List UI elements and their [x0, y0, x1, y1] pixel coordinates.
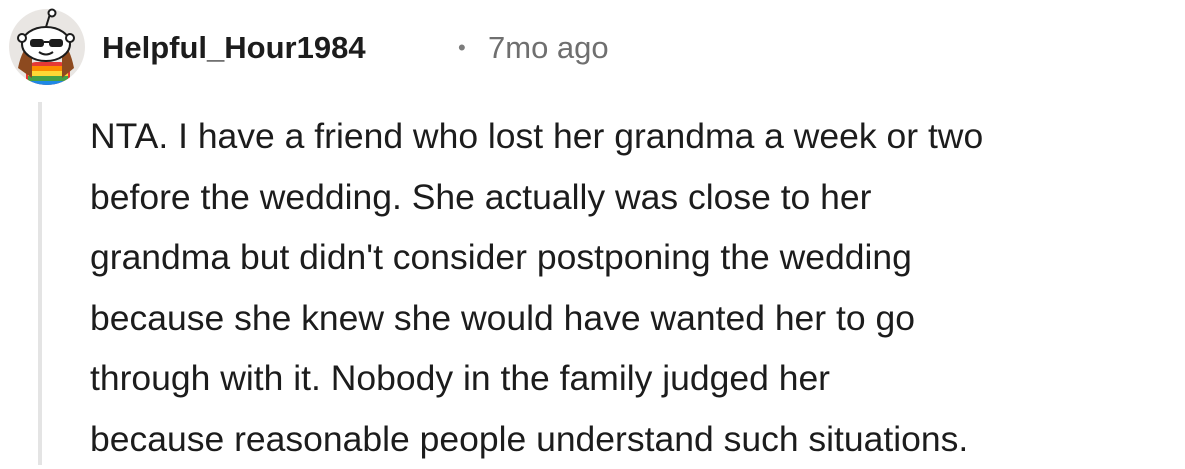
snoo-avatar-icon [8, 8, 86, 86]
comment-body-line: NTA. I have a friend who lost her grandm… [90, 106, 1182, 167]
comment-body-line: because she knew she would have wanted h… [90, 288, 1182, 349]
user-avatar[interactable] [8, 8, 86, 86]
comment-body-line: before the wedding. She actually was clo… [90, 167, 1182, 228]
comment-body-line: because reasonable people understand suc… [90, 409, 1182, 469]
comment-body-line: grandma but didn't consider postponing t… [90, 227, 1182, 288]
comment: Helpful_Hour1984 • 7mo ago NTA. I have a… [0, 0, 1185, 465]
username-link[interactable]: Helpful_Hour1984 [102, 28, 366, 68]
meta-separator: • [458, 28, 466, 68]
comment-body-line: through with it. Nobody in the family ju… [90, 348, 1182, 409]
thread-collapse-line[interactable] [38, 102, 42, 465]
comment-timestamp[interactable]: 7mo ago [488, 28, 609, 68]
comment-body: NTA. I have a friend who lost her grandm… [90, 106, 1182, 469]
